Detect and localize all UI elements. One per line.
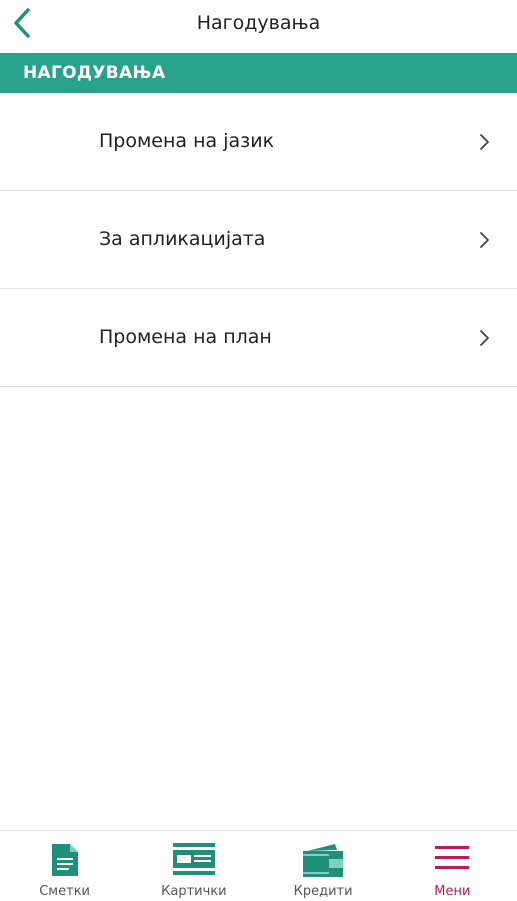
menu-item-about-app[interactable]: За апликацијата <box>0 191 517 289</box>
tab-label: Картички <box>161 884 227 899</box>
tab-menu[interactable]: Мени <box>388 831 517 901</box>
tab-label: Кредити <box>293 884 353 899</box>
tab-cards[interactable]: Картички <box>129 831 258 901</box>
page-title: Нагодувања <box>196 12 321 34</box>
document-icon <box>51 844 78 876</box>
menu-item-label: За апликацијата <box>99 228 266 250</box>
menu-item-label: Промена на јазик <box>99 130 275 152</box>
bottom-tab-bar: Сметки Картички Кредити Мени <box>0 830 517 901</box>
header: Нагодувања <box>0 0 517 52</box>
menu-item-label: Промена на план <box>99 326 272 348</box>
chevron-right-icon <box>480 330 489 346</box>
hamburger-menu-icon <box>435 846 470 869</box>
card-icon <box>172 843 215 875</box>
menu-item-change-plan[interactable]: Промена на план <box>0 289 517 387</box>
chevron-right-icon <box>480 232 489 248</box>
tab-accounts[interactable]: Сметки <box>0 831 129 901</box>
chevron-right-icon <box>480 134 489 150</box>
section-header: НАГОДУВАЊА <box>0 53 517 93</box>
tab-credits[interactable]: Кредити <box>259 831 388 901</box>
section-title: НАГОДУВАЊА <box>23 63 166 83</box>
menu-item-change-language[interactable]: Промена на јазик <box>0 93 517 191</box>
wallet-icon <box>303 844 344 877</box>
tab-label: Сметки <box>39 884 90 899</box>
settings-menu: Промена на јазик За апликацијата Промена… <box>0 93 517 387</box>
tab-label: Мени <box>434 884 471 899</box>
